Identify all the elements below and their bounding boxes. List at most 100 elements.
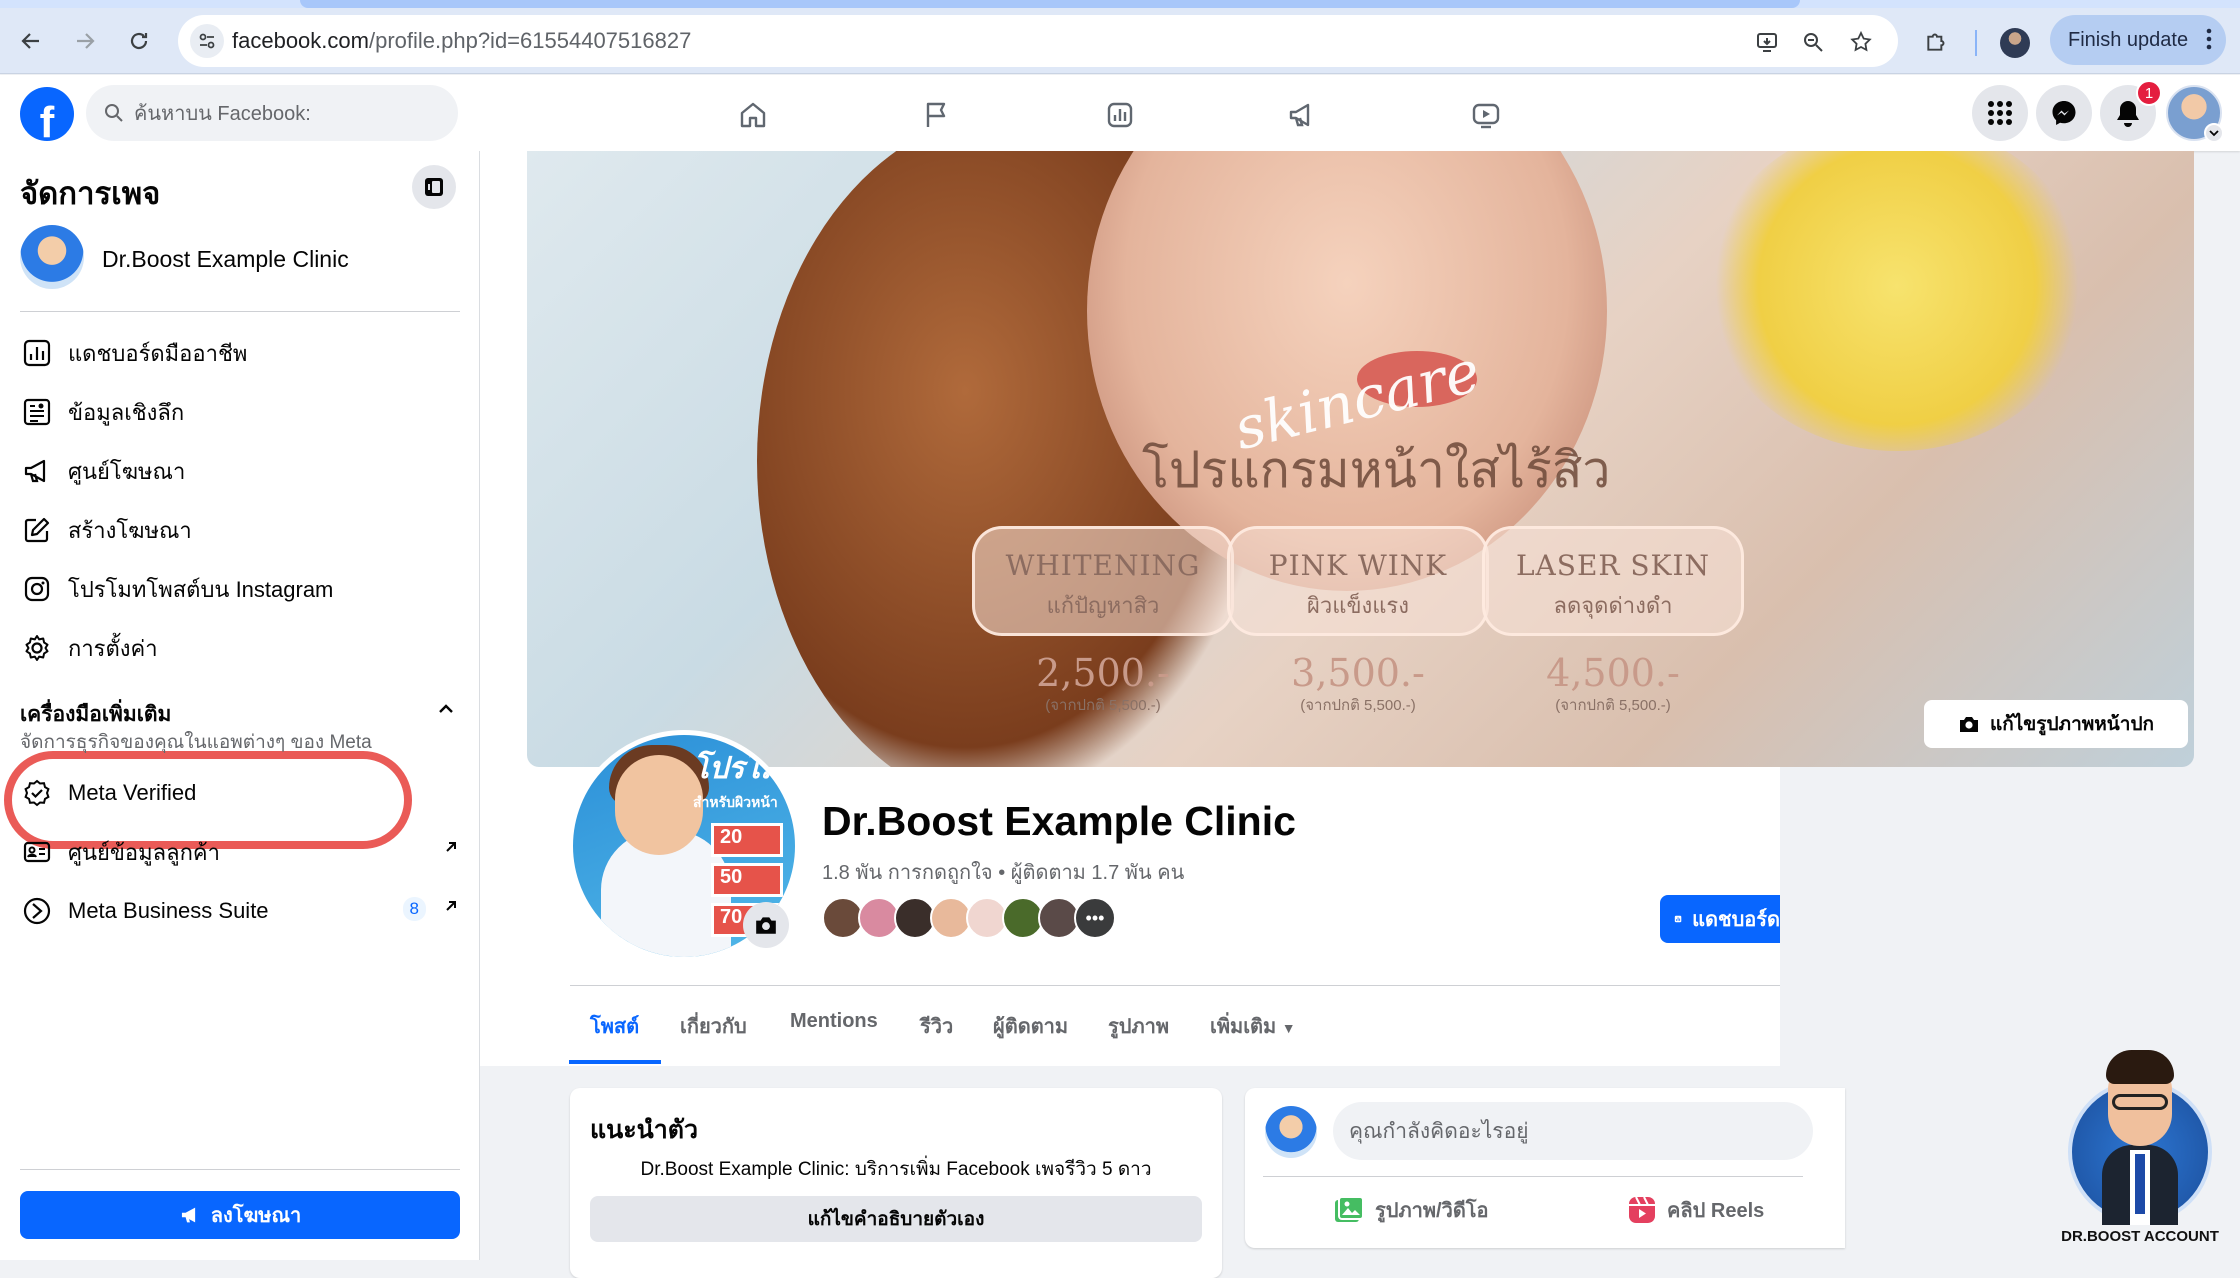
sidebar-item-label: การตั้งค่า [68, 635, 158, 661]
forward-button[interactable] [66, 22, 104, 60]
account-chevron-icon[interactable] [2204, 123, 2224, 143]
advertise-button[interactable]: ลงโฆษณา [20, 1191, 460, 1239]
tool-item-customer-info-center[interactable]: ศูนย์ข้อมูลลูกค้า [20, 826, 460, 878]
forward-arrow-icon [77, 33, 95, 49]
business-suite-count-badge: 8 [402, 897, 426, 921]
photo-video-button[interactable]: รูปภาพ/วิดีโอ [1333, 1194, 1489, 1226]
zoom-icon[interactable] [1798, 27, 1828, 57]
external-link-icon [442, 838, 460, 856]
more-tools-subtitle: จัดการธุรกิจของคุณในแอพต่างๆ ของ Meta [20, 732, 372, 753]
tab-posts[interactable]: โพสต์ [590, 1010, 639, 1042]
reels-button[interactable]: คลิป Reels [1627, 1194, 1764, 1226]
cover-pill-whitening: WHITENING แก้ปัญหาสิว [972, 526, 1234, 636]
profile-pic-banner-text: โปรโม [693, 752, 781, 785]
instagram-icon [20, 572, 54, 606]
home-icon[interactable] [733, 95, 773, 135]
active-tab-indicator[interactable] [300, 0, 1800, 8]
profile-pic-tag: 50 [711, 863, 783, 897]
intro-card: แนะนำตัว Dr.Boost Example Clinic: บริการ… [570, 1088, 1222, 1278]
camera-icon [756, 917, 776, 934]
facebook-search-input[interactable]: ค้นหาบน Facebook: [86, 85, 458, 141]
edit-cover-label: แก้ไขรูปภาพหน้าปก [1989, 714, 2155, 735]
pill-name: PINK WINK [1268, 549, 1448, 582]
price-value: 4,500.- [1546, 651, 1680, 695]
sidebar-item-promote-instagram[interactable]: โปรโมทโพสต์บน Instagram [20, 563, 460, 615]
bookmark-star-icon[interactable] [1846, 27, 1876, 57]
manage-page-sidebar: จัดการเพจ Dr.Boost Example Clinic แดชบอร… [0, 151, 480, 1260]
messenger-icon[interactable] [2036, 85, 2092, 141]
tab-followers[interactable]: ผู้ติดตาม [993, 1010, 1068, 1042]
tab-about[interactable]: เกี่ยวกับ [680, 1010, 747, 1042]
contact-card-icon [20, 835, 54, 869]
update-profile-picture-button[interactable] [743, 902, 789, 948]
dashboard-button[interactable]: แดชบอร์ด [1660, 895, 1780, 943]
page-avatar[interactable] [20, 225, 84, 289]
profile-pic-tag: 20 [711, 823, 783, 857]
install-app-icon[interactable] [1752, 27, 1782, 57]
page-title: Dr.Boost Example Clinic [822, 798, 1296, 844]
sidebar-item-insights[interactable]: ข้อมูลเชิงลึก [20, 386, 460, 438]
finish-update-button[interactable]: Finish update [2050, 15, 2226, 65]
post-composer-card: คุณกำลังคิดอะไรอยู่ รูปภาพ/วิดีโอ คลิป R… [1245, 1088, 1845, 1248]
tool-item-meta-business-suite[interactable]: Meta Business Suite 8 [20, 885, 460, 937]
more-followers-icon[interactable]: ••• [1074, 897, 1116, 939]
sidebar-title: จัดการเพจ [20, 176, 161, 211]
megaphone-icon [181, 1207, 195, 1223]
composer-divider [1263, 1176, 1803, 1177]
notification-badge[interactable]: 1 [2136, 80, 2162, 106]
business-suite-icon [20, 894, 54, 928]
insights-nav-icon[interactable] [1100, 95, 1140, 135]
sidebar-item-create-ad[interactable]: สร้างโฆษณา [20, 504, 460, 556]
mascot-glasses [2112, 1094, 2168, 1110]
facebook-logo-icon[interactable]: f [20, 87, 74, 141]
search-icon [105, 104, 123, 122]
sidebar-item-ad-center[interactable]: ศูนย์โฆษณา [20, 445, 460, 497]
page-name[interactable]: Dr.Boost Example Clinic [102, 246, 349, 273]
extensions-icon[interactable] [1922, 26, 1952, 56]
menu-grid-icon[interactable] [1972, 85, 2028, 141]
edit-bio-button[interactable]: แก้ไขคำอธิบายตัวเอง [590, 1196, 1202, 1242]
cover-flower-shape [1707, 151, 2087, 451]
back-arrow-icon [21, 33, 39, 49]
tab-more[interactable]: เพิ่มเติม ▼ [1210, 1010, 1296, 1042]
page-stats[interactable]: 1.8 พัน การกดถูกใจ • ผู้ติดตาม 1.7 พัน ค… [822, 856, 1184, 888]
tab-reviews[interactable]: รีวิว [920, 1010, 953, 1042]
tab-photos[interactable]: รูปภาพ [1108, 1010, 1169, 1042]
mascot-hair [2106, 1050, 2174, 1084]
edit-cover-photo-button[interactable]: แก้ไขรูปภาพหน้าปก [1924, 700, 2188, 748]
tool-item-meta-verified[interactable]: Meta Verified [20, 767, 460, 819]
photo-icon [1335, 1196, 1364, 1222]
collapse-sidebar-button[interactable] [412, 165, 456, 209]
reload-button[interactable] [120, 22, 158, 60]
browser-tab-strip [0, 0, 2240, 8]
tool-item-label: Meta Business Suite [68, 898, 269, 923]
megaphone-nav-icon[interactable] [1282, 95, 1322, 135]
price-note: (จากปกติ 5,500.-) [1045, 697, 1161, 714]
cover-pill-pink-wink: PINK WINK ผิวแข็งแรง [1227, 526, 1489, 636]
sidebar-item-professional-dashboard[interactable]: แดชบอร์ดมืออาชีพ [20, 327, 460, 379]
video-icon[interactable] [1466, 95, 1506, 135]
composer-avatar[interactable] [1265, 1106, 1317, 1158]
tab-mentions[interactable]: Mentions [790, 1010, 878, 1033]
toolbar-separator [1975, 30, 1977, 56]
sidebar-item-label: ข้อมูลเชิงลึก [68, 399, 185, 425]
intro-text: Dr.Boost Example Clinic: บริการเพิ่ม Fac… [640, 1159, 1152, 1180]
finish-update-label: Finish update [2068, 28, 2189, 51]
flag-icon[interactable] [917, 95, 957, 135]
follower-avatars[interactable]: ••• [822, 897, 1116, 939]
pill-name: LASER SKIN [1515, 549, 1711, 582]
chevron-up-icon[interactable] [436, 699, 456, 719]
cover-promo-title: โปรแกรมหน้าใสไร้สิว [1142, 442, 1611, 498]
reels-label: คลิป Reels [1667, 1200, 1765, 1222]
back-button[interactable] [12, 22, 50, 60]
edit-icon [20, 513, 54, 547]
cover-photo[interactable]: skincare โปรแกรมหน้าใสไร้สิว WHITENING แ… [527, 151, 2194, 767]
url-text[interactable]: facebook.com/profile.php?id=615544075168… [232, 28, 691, 54]
composer-input[interactable]: คุณกำลังคิดอะไรอยู่ [1333, 1102, 1813, 1160]
site-settings-icon[interactable] [190, 24, 224, 58]
browser-profile-avatar[interactable] [2000, 28, 2030, 58]
address-bar[interactable]: facebook.com/profile.php?id=615544075168… [178, 15, 1898, 67]
sidebar-item-label: สร้างโฆษณา [68, 517, 192, 543]
sidebar-item-settings[interactable]: การตั้งค่า [20, 622, 460, 674]
url-host: facebook.com [232, 28, 369, 53]
